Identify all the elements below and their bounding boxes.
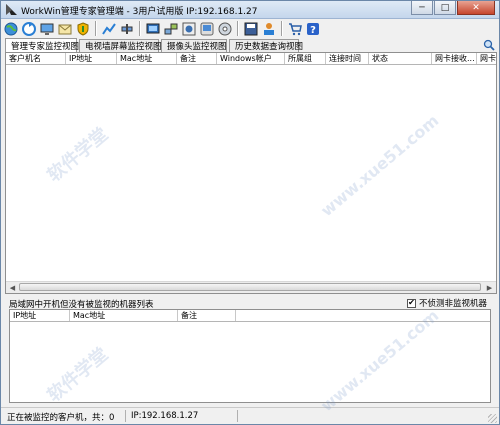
checkbox-check-icon[interactable]: ✔ [406,298,416,308]
tab-history-view[interactable]: 历史数据查询视图 [229,39,303,52]
shield-icon[interactable] [75,21,90,36]
resize-grip-icon[interactable] [488,414,497,423]
camera-icon[interactable] [181,21,196,36]
status-bar: 正在被监控的客户机，共：0 IP:192.168.1.27 [1,407,499,424]
user-icon[interactable] [261,21,276,36]
unmonitored-table[interactable]: IP地址 Mac地址 备注 [9,309,491,403]
column-header[interactable]: 客户机名 [6,53,66,64]
tab-label: 历史数据查询视图 [235,42,304,52]
column-header[interactable]: 所属组 [285,53,326,64]
status-ip: IP:192.168.1.27 [131,411,199,421]
column-header[interactable]: Windows帐户 [217,53,285,64]
scroll-left-icon[interactable]: ◀ [7,283,18,292]
clients-table-header: 客户机名 IP地址 Mac地址 备注 Windows帐户 所属组 连接时间 状态… [6,53,496,65]
column-header[interactable]: Mac地址 [117,53,177,64]
column-header[interactable]: IP地址 [10,310,70,321]
tab-label: 管理专家监控视图 [11,42,80,52]
ignore-unmonitored-checkbox[interactable]: ✔ 不侦测非监视机器 [406,297,487,309]
unmonitored-table-header: IP地址 Mac地址 备注 [10,310,490,322]
close-button[interactable]: ✕ [457,1,495,15]
disk-icon[interactable] [217,21,232,36]
scroll-thumb[interactable] [19,283,481,291]
tools-icon[interactable] [119,21,134,36]
main-window: WorkWin管理专家管理端 - 3用户试用版 IP:192.168.1.27 … [0,0,500,425]
column-header[interactable]: 备注 [177,53,217,64]
window-title: WorkWin管理专家管理端 - 3用户试用版 IP:192.168.1.27 [21,7,258,17]
status-divider [125,410,126,422]
tab-camera-view[interactable]: 摄像头监控视图 [161,39,227,52]
column-header[interactable]: 网卡接收... [432,53,477,64]
title-bar[interactable]: WorkWin管理专家管理端 - 3用户试用版 IP:192.168.1.27 … [1,1,499,19]
search-icon[interactable] [483,39,495,51]
cart-icon[interactable] [287,21,302,36]
column-header[interactable]: Mac地址 [70,310,178,321]
tab-manager-view[interactable]: 管理专家监控视图 [5,38,80,53]
chart-icon[interactable] [101,21,116,36]
scroll-right-icon[interactable]: ▶ [484,283,495,292]
minimize-button[interactable]: ─ [411,1,433,15]
windows-icon[interactable] [199,21,214,36]
clients-table[interactable]: 客户机名 IP地址 Mac地址 备注 Windows帐户 所属组 连接时间 状态… [5,52,497,294]
toolbar-separator [237,21,239,36]
screen-icon[interactable] [145,21,160,36]
globe-icon[interactable] [3,21,18,36]
app-logo-icon [6,4,17,15]
toolbar-separator [139,21,141,36]
monitored-count: 正在被监控的客户机，共：0 [7,413,115,423]
horizontal-scrollbar[interactable]: ◀ ▶ [6,281,496,293]
checkbox-label: 不侦测非监视机器 [418,299,487,309]
column-header[interactable]: 状态 [369,53,432,64]
mail-icon[interactable] [57,21,72,36]
column-header[interactable]: 网卡 [477,53,496,64]
network-icon[interactable] [163,21,178,36]
toolbar: ? [3,19,497,38]
maximize-button[interactable]: □ [434,1,456,15]
column-header[interactable]: 备注 [178,310,236,321]
save-icon[interactable] [243,21,258,36]
status-divider [237,410,238,422]
svg-text:?: ? [310,25,316,36]
refresh-icon[interactable] [21,21,36,36]
unmonitored-machines-group: 局域网中开机但没有被监视的机器列表 ✔ 不侦测非监视机器 IP地址 Mac地址 … [5,297,497,405]
help-icon[interactable]: ? [305,21,320,36]
view-tabs: 管理专家监控视图 电视墙屏幕监控视图 摄像头监控视图 历史数据查询视图 [5,38,497,53]
tab-tv-wall-view[interactable]: 电视墙屏幕监控视图 [79,39,162,52]
column-header[interactable]: IP地址 [66,53,117,64]
toolbar-separator [281,21,283,36]
monitor-icon[interactable] [39,21,54,36]
tab-label: 电视墙屏幕监控视图 [85,42,162,52]
tab-label: 摄像头监控视图 [167,42,227,52]
column-header[interactable]: 连接时间 [326,53,369,64]
toolbar-separator [95,21,97,36]
